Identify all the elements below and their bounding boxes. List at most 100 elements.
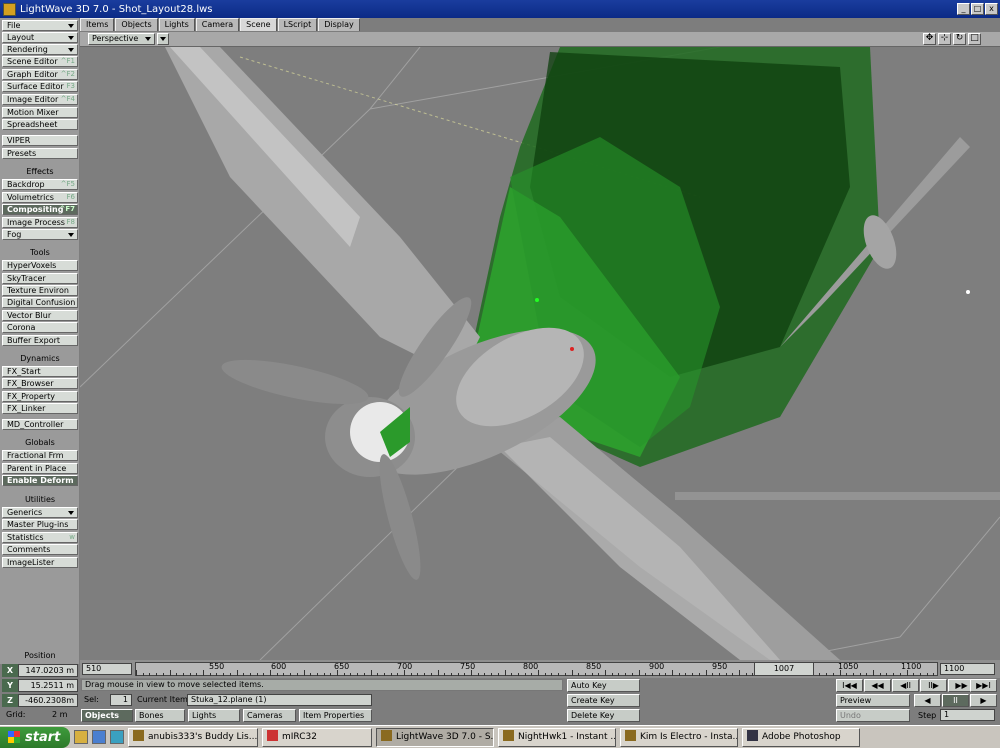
start-button[interactable]: start [0, 726, 70, 748]
corona-button[interactable]: Corona [2, 322, 78, 333]
tab-display[interactable]: Display [318, 18, 360, 31]
tab-lscript[interactable]: LScript [277, 18, 318, 31]
task-photoshop[interactable]: Adobe Photoshop [742, 727, 860, 747]
auto-key-button[interactable]: Auto Key [567, 679, 640, 692]
end-frame-field[interactable]: 1100 [940, 663, 995, 675]
tab-lights[interactable]: Lights [158, 18, 195, 31]
hypervoxels-button[interactable]: HyperVoxels [2, 260, 78, 271]
preview-select[interactable]: Preview [836, 694, 910, 707]
texture-environ-button[interactable]: Texture Environ [2, 285, 78, 296]
generics-menu[interactable]: Generics [2, 507, 78, 518]
timeline[interactable]: 510 550 600 650 700 750 800 850 900 950 … [80, 660, 1000, 678]
minimize-button[interactable]: _ [957, 3, 970, 15]
task-lightwave[interactable]: LightWave 3D 7.0 - S... [376, 727, 494, 747]
position-y-field[interactable]: 15.2511 m [18, 679, 78, 692]
parent-in-place-button[interactable]: Parent in Place [2, 463, 78, 474]
skytracer-button[interactable]: SkyTracer [2, 273, 78, 284]
task-nighthwk[interactable]: NightHwk1 - Instant ... [498, 727, 616, 747]
ruler-tick [745, 673, 747, 676]
compositing-button[interactable]: Compositing ^F7 [2, 204, 78, 215]
pan-view-icon[interactable]: ⊹ [938, 33, 951, 45]
image-process-button[interactable]: Image Process F8 [2, 217, 78, 228]
next-frame-button[interactable]: II▶ [920, 679, 947, 692]
ruler-tick [310, 673, 312, 676]
tick-label: 600 [271, 662, 287, 671]
fx-property-button[interactable]: FX_Property [2, 391, 78, 402]
tab-items[interactable]: Items [80, 18, 115, 31]
fx-start-button[interactable]: FX_Start [2, 366, 78, 377]
task-mirc[interactable]: mIRC32 [262, 727, 372, 747]
view-mode-select[interactable]: Perspective [88, 33, 155, 45]
move-view-icon[interactable]: ✥ [923, 33, 936, 45]
start-frame-field[interactable]: 510 [82, 663, 132, 675]
digital-confusion-button[interactable]: Digital Confusion [2, 297, 78, 308]
play-button[interactable]: ▶ [970, 694, 997, 707]
volumetrics-button[interactable]: Volumetrics F6 [2, 192, 78, 203]
motion-mixer-button[interactable]: Motion Mixer [2, 107, 78, 118]
bones-button[interactable]: Bones [135, 709, 185, 722]
maximize-view-icon[interactable]: □ [968, 33, 981, 45]
ruler-tick [249, 673, 251, 676]
delete-key-button[interactable]: Delete Key [567, 709, 640, 722]
play-reverse-button[interactable]: ◀ [914, 694, 941, 707]
position-z-field[interactable]: -460.2308m [18, 694, 78, 707]
lights-button[interactable]: Lights [188, 709, 240, 722]
tab-objects[interactable]: Objects [115, 18, 158, 31]
statistics-button[interactable]: Statistics w [2, 532, 78, 543]
fx-linker-button[interactable]: FX_Linker [2, 403, 78, 414]
task-buddy-list[interactable]: anubis333's Buddy Lis... [128, 727, 258, 747]
quicklaunch-folder-icon[interactable] [74, 730, 88, 744]
image-editor-button[interactable]: Image Editor ^F4 [2, 94, 78, 105]
close-button[interactable]: x [985, 3, 998, 15]
previous-frame-button[interactable]: ◀II [892, 679, 919, 692]
create-key-button[interactable]: Create Key [567, 694, 640, 707]
first-frame-button[interactable]: I◀◀ [836, 679, 863, 692]
buffer-export-button[interactable]: Buffer Export [2, 335, 78, 346]
surface-editor-button[interactable]: Surface Editor F3 [2, 81, 78, 92]
frame-ruler[interactable]: 550 600 650 700 750 800 850 900 950 1000… [135, 662, 938, 676]
spreadsheet-button[interactable]: Spreadsheet [2, 119, 78, 130]
fx-browser-button[interactable]: FX_Browser [2, 378, 78, 389]
position-x-field[interactable]: 147.0203 m [18, 664, 78, 677]
imagelister-button[interactable]: ImageLister [2, 557, 78, 568]
vector-blur-button[interactable]: Vector Blur [2, 310, 78, 321]
current-item-select[interactable]: Stuka_12.plane (1) [187, 694, 372, 706]
ruler-tick [430, 673, 432, 676]
md-controller-button[interactable]: MD_Controller [2, 419, 78, 430]
ruler-tick [732, 673, 734, 676]
ruler-tick [538, 670, 539, 676]
presets-button[interactable]: Presets [2, 148, 78, 159]
pause-button[interactable]: II [942, 694, 969, 707]
viper-button[interactable]: VIPER [2, 135, 78, 146]
layout-menu[interactable]: Layout [2, 32, 78, 43]
fog-menu[interactable]: Fog [2, 229, 78, 240]
fractional-frm-button[interactable]: Fractional Frm [2, 450, 78, 461]
task-kim[interactable]: Kim Is Electro - Insta... [620, 727, 738, 747]
last-frame-button[interactable]: ▶▶I [970, 679, 997, 692]
comments-button[interactable]: Comments [2, 544, 78, 555]
quicklaunch-desktop-icon[interactable] [110, 730, 124, 744]
tab-scene[interactable]: Scene [240, 18, 277, 31]
scene-editor-button[interactable]: Scene Editor ^F1 [2, 56, 78, 67]
tab-camera[interactable]: Camera [195, 18, 240, 31]
cameras-button[interactable]: Cameras [243, 709, 296, 722]
graph-editor-button[interactable]: Graph Editor ^F2 [2, 69, 78, 80]
quicklaunch-ie-icon[interactable] [92, 730, 106, 744]
ruler-tick [243, 673, 245, 676]
objects-button[interactable]: Objects [81, 709, 133, 722]
previous-key-button[interactable]: ◀◀ [864, 679, 891, 692]
item-properties-button[interactable]: Item Properties [299, 709, 372, 722]
viewport-perspective[interactable] [80, 47, 1000, 660]
maximize-button[interactable]: □ [971, 3, 984, 15]
rendering-menu[interactable]: Rendering [2, 44, 78, 55]
enable-deform-button[interactable]: Enable Deform [2, 475, 78, 486]
current-frame-slider[interactable]: 1007 [754, 662, 814, 676]
master-plugins-button[interactable]: Master Plug-ins [2, 519, 78, 530]
rotate-view-icon[interactable]: ↻ [953, 33, 966, 45]
file-menu[interactable]: File [2, 20, 78, 31]
chevron-down-icon [68, 24, 74, 28]
step-field[interactable]: 1 [940, 709, 995, 721]
undo-button[interactable]: Undo [836, 709, 910, 722]
view-options-button[interactable] [157, 33, 169, 45]
backdrop-button[interactable]: Backdrop ^F5 [2, 179, 78, 190]
